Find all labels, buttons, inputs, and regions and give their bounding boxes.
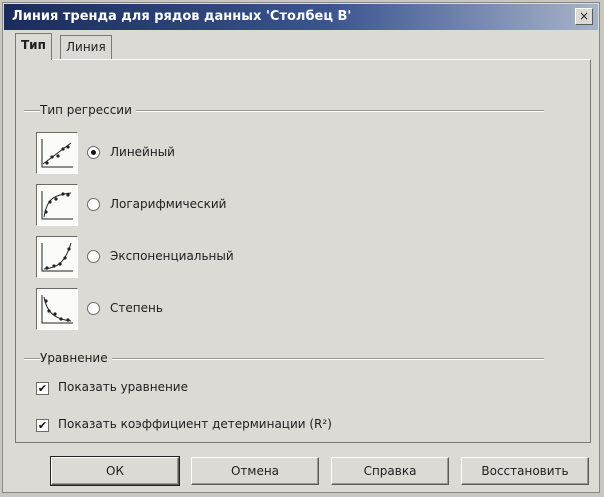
ok-button[interactable]: ОК <box>50 456 180 486</box>
power-trend-icon <box>36 288 78 330</box>
tab-line[interactable]: Линия <box>60 35 112 59</box>
tab-type-label: Тип <box>21 38 46 52</box>
equation-group-label: Уравнение <box>40 351 112 365</box>
exponential-trend-icon <box>36 236 78 278</box>
power-radio[interactable] <box>87 302 100 315</box>
reset-button[interactable]: Восстановить <box>461 457 589 485</box>
show-equation-label[interactable]: Показать уравнение <box>58 380 188 394</box>
exponential-label: Экспоненциальный <box>110 249 234 263</box>
exponential-radio[interactable] <box>87 250 100 263</box>
trendline-dialog: Линия тренда для рядов данных 'Столбец B… <box>2 2 600 493</box>
dialog-title: Линия тренда для рядов данных 'Столбец B… <box>12 9 352 24</box>
linear-label: Линейный <box>110 145 175 159</box>
tab-line-label: Линия <box>66 40 106 54</box>
title-bar[interactable]: Линия тренда для рядов данных 'Столбец B… <box>4 4 598 30</box>
tab-type[interactable]: Тип <box>15 33 52 60</box>
linear-radio[interactable] <box>87 146 100 159</box>
linear-trend-icon <box>36 132 78 174</box>
power-label: Степень <box>110 301 163 315</box>
regression-group-label: Тип регрессии <box>40 103 136 117</box>
show-r2-label[interactable]: Показать коэффициент детерминации (R²) <box>58 417 332 431</box>
close-button[interactable]: × <box>575 8 593 25</box>
cancel-button[interactable]: Отмена <box>191 457 319 485</box>
close-icon: × <box>578 9 590 23</box>
logarithmic-radio[interactable] <box>87 198 100 211</box>
show-r2-checkbox[interactable]: ✔ <box>36 419 49 432</box>
tab-panel-type: Тип регрессии Линейный Логарифмический Э… <box>15 59 591 443</box>
logarithmic-label: Логарифмический <box>110 197 227 211</box>
help-button[interactable]: Справка <box>331 457 449 485</box>
logarithmic-trend-icon <box>36 184 78 226</box>
show-equation-checkbox[interactable]: ✔ <box>36 382 49 395</box>
